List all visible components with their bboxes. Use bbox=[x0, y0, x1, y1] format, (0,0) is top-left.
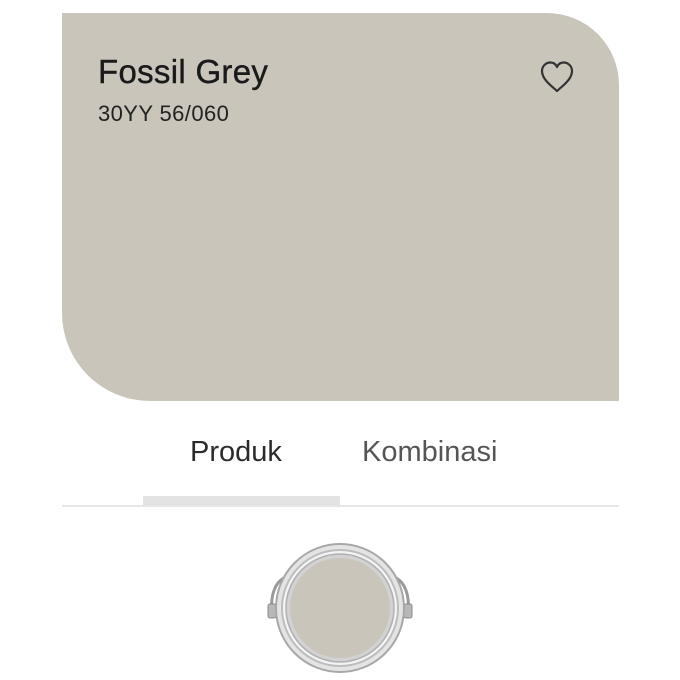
tab-kombinasi[interactable]: Kombinasi bbox=[362, 436, 497, 469]
active-tab-indicator bbox=[143, 496, 340, 505]
paint-can-icon bbox=[267, 543, 413, 673]
tab-divider bbox=[62, 505, 619, 507]
color-swatch-card: Fossil Grey 30YY 56/060 bbox=[62, 13, 619, 401]
heart-outline-icon bbox=[540, 61, 574, 93]
product-item[interactable] bbox=[262, 542, 418, 674]
paint-color-fill bbox=[290, 558, 390, 658]
color-detail-page: Fossil Grey 30YY 56/060 Produk Kombinasi bbox=[0, 0, 680, 680]
tab-bar: Produk Kombinasi bbox=[62, 418, 619, 510]
color-name: Fossil Grey bbox=[98, 53, 269, 90]
color-code: 30YY 56/060 bbox=[98, 101, 230, 126]
favorite-button[interactable] bbox=[539, 59, 575, 95]
tab-produk[interactable]: Produk bbox=[190, 436, 282, 469]
